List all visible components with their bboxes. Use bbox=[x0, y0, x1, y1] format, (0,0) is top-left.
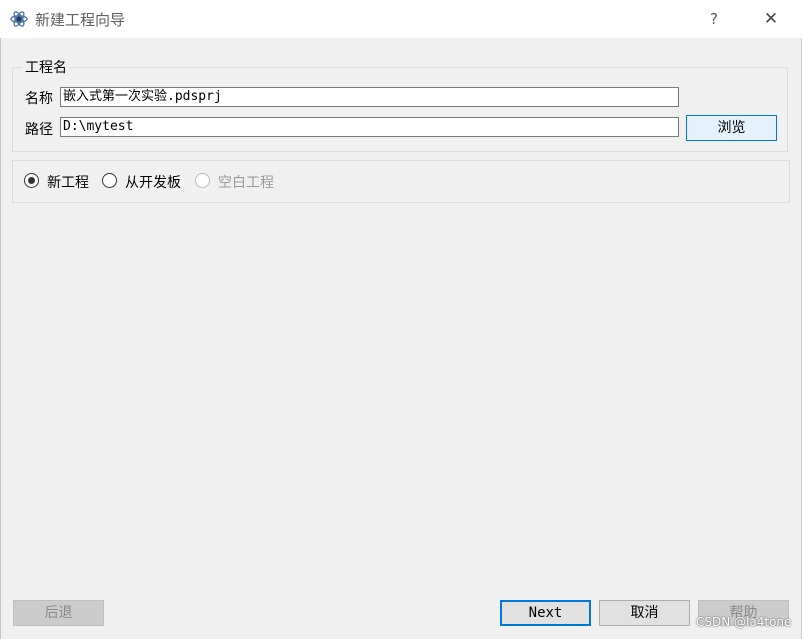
radio-blank-project-label: 空白工程 bbox=[218, 175, 274, 191]
name-label: 名称 bbox=[25, 91, 53, 107]
back-button: 后退 bbox=[13, 600, 104, 626]
browse-button[interactable]: 浏览 bbox=[686, 115, 777, 141]
app-logo-icon bbox=[10, 11, 28, 27]
title-bar: 新建工程向导 ? ✕ bbox=[0, 0, 802, 38]
watermark: CSDN @la4tone bbox=[696, 615, 792, 629]
window-border-left bbox=[0, 38, 1, 639]
radio-new-project[interactable] bbox=[24, 173, 39, 188]
project-name-group-title: 工程名 bbox=[22, 57, 70, 77]
radio-from-board-label[interactable]: 从开发板 bbox=[125, 172, 181, 192]
window-title: 新建工程向导 bbox=[35, 11, 126, 29]
radio-new-project-label[interactable]: 新工程 bbox=[47, 172, 89, 192]
close-button[interactable]: ✕ bbox=[756, 5, 786, 33]
name-input[interactable]: 嵌入式第一次实验.pdsprj bbox=[60, 87, 679, 107]
next-button[interactable]: Next bbox=[500, 600, 591, 626]
radio-from-board[interactable] bbox=[102, 173, 117, 188]
path-input[interactable]: D:\mytest bbox=[60, 117, 679, 137]
cancel-button[interactable]: 取消 bbox=[599, 600, 690, 626]
radio-blank-project bbox=[195, 173, 210, 188]
help-titlebar-button[interactable]: ? bbox=[700, 5, 728, 33]
path-label: 路径 bbox=[25, 122, 53, 138]
project-name-group bbox=[12, 67, 788, 152]
radio-selected-dot bbox=[28, 177, 35, 184]
